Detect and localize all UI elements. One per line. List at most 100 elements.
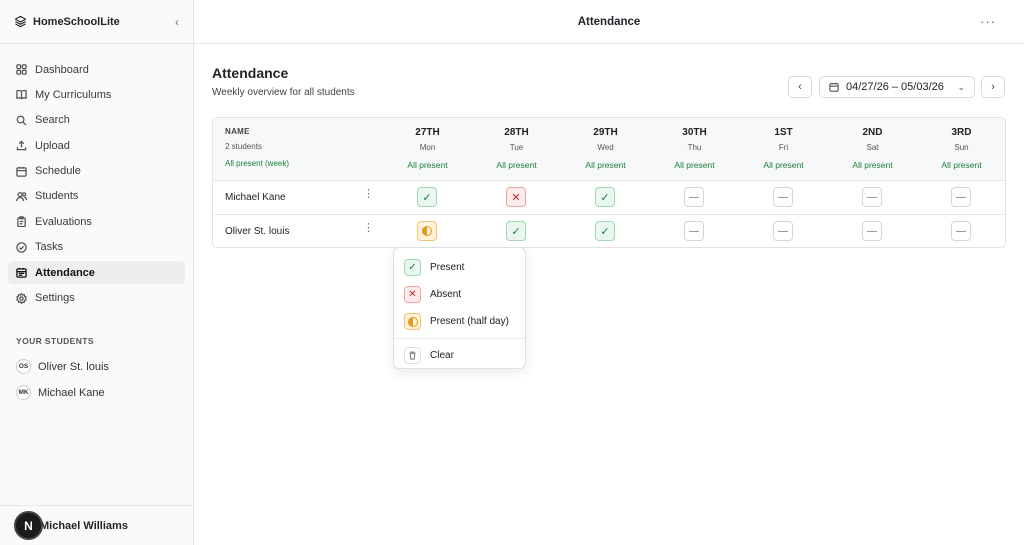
menu-item-label: Present (half day): [430, 316, 509, 327]
day-all-present-link[interactable]: All present: [650, 160, 739, 170]
sidebar-item-label: Upload: [35, 139, 70, 152]
sidebar-item-students[interactable]: Students: [8, 185, 185, 208]
menu-item-present[interactable]: ✓ Present: [394, 254, 525, 281]
book-icon: [16, 90, 27, 100]
next-week-button[interactable]: ›: [981, 76, 1005, 98]
day-header: 1ST Fri All present: [739, 127, 828, 170]
menu-item-clear[interactable]: Clear: [394, 342, 525, 369]
day-header: 3RD Sun All present: [917, 127, 1005, 170]
gear-icon: [16, 292, 27, 304]
sidebar-item-label: Students: [35, 190, 79, 203]
grid-icon: [16, 64, 27, 75]
check-icon: ✓: [404, 259, 421, 276]
empty-status-cell[interactable]: —: [951, 221, 971, 241]
day-weekday: Wed: [597, 143, 614, 152]
row-student-name: Oliver St. louis: [225, 226, 290, 237]
menu-item-absent[interactable]: ✕ Absent: [394, 281, 525, 308]
day-weekday: Thu: [687, 143, 702, 152]
day-all-present-link[interactable]: All present: [739, 160, 828, 170]
menu-item-label: Present: [430, 262, 465, 273]
day-number: 28TH: [504, 127, 529, 138]
day-all-present-link[interactable]: All present: [828, 160, 917, 170]
day-number: 30TH: [682, 127, 707, 138]
student-initials-badge: OS: [16, 359, 31, 375]
empty-status-cell[interactable]: —: [684, 187, 704, 207]
calendar-icon: [16, 166, 27, 177]
present-check-cell[interactable]: ✓: [506, 221, 526, 241]
half-circle-icon-shape: [407, 316, 418, 327]
student-name: Oliver St. louis: [38, 360, 109, 373]
sidebar-item-schedule[interactable]: Schedule: [8, 160, 185, 183]
calendar-icon: [829, 82, 839, 92]
sidebar-student-item[interactable]: MK Michael Kane: [0, 380, 193, 406]
sidebar-item-upload[interactable]: Upload: [8, 134, 185, 157]
sidebar-item-my-curriculums[interactable]: My Curriculums: [8, 83, 185, 106]
date-range-picker[interactable]: 04/27/26 – 05/03/26 ⌄: [819, 76, 975, 98]
menu-item-label: Clear: [430, 350, 454, 361]
table-header: NAME 2 students All present (week) 27TH …: [213, 118, 1005, 181]
day-weekday: Mon: [419, 143, 436, 152]
row-options-icon[interactable]: ⋮: [363, 223, 374, 234]
chevron-right-icon: ›: [991, 81, 995, 93]
table-row: Oliver St. louis ⋮ ✓ ✓ — — — —: [213, 215, 1005, 247]
clipboard-icon: [17, 216, 26, 228]
day-header: 27TH Mon All present: [383, 127, 472, 170]
day-all-present-link[interactable]: All present: [383, 160, 472, 170]
day-number: 27TH: [415, 127, 440, 138]
day-number: 29TH: [593, 127, 618, 138]
present-check-cell[interactable]: ✓: [595, 221, 615, 241]
menu-divider: [394, 338, 525, 339]
sidebar-student-item[interactable]: OS Oliver St. louis: [0, 354, 193, 380]
sidebar-item-attendance[interactable]: Attendance: [8, 261, 185, 285]
sidebar-item-label: Search: [35, 114, 70, 127]
more-options-icon[interactable]: ···: [980, 14, 996, 29]
student-name: Michael Kane: [38, 386, 105, 399]
day-weekday: Tue: [509, 143, 524, 152]
sidebar-item-label: Dashboard: [35, 63, 89, 76]
absent-x-cell[interactable]: ✕: [506, 187, 526, 207]
x-icon: ✕: [404, 286, 421, 303]
name-column-header: NAME 2 students All present (week): [225, 127, 289, 168]
sidebar-item-label: Schedule: [35, 165, 81, 178]
student-initials-badge: MK: [16, 385, 31, 401]
student-count: 2 students: [225, 142, 262, 151]
half-circle-icon: [422, 226, 432, 236]
empty-status-cell[interactable]: —: [773, 221, 793, 241]
present-check-cell[interactable]: ✓: [595, 187, 615, 207]
attendance-table: NAME 2 students All present (week) 27TH …: [212, 117, 1006, 248]
day-all-present-link[interactable]: All present: [472, 160, 561, 170]
menu-item-label: Absent: [430, 289, 462, 300]
collapse-sidebar-icon[interactable]: ‹: [175, 15, 179, 29]
calendar-check-icon: [16, 268, 27, 278]
day-number: 3RD: [951, 127, 972, 138]
day-weekday: Fri: [778, 143, 789, 152]
all-present-week-link[interactable]: All present (week): [225, 159, 289, 168]
sidebar-item-search[interactable]: Search: [8, 109, 185, 132]
previous-week-button[interactable]: ‹: [788, 76, 812, 98]
empty-status-cell[interactable]: —: [862, 187, 882, 207]
user-profile[interactable]: N Michael Williams: [0, 505, 193, 545]
present-check-cell[interactable]: ✓: [417, 187, 437, 207]
empty-status-cell[interactable]: —: [684, 221, 704, 241]
row-options-icon[interactable]: ⋮: [363, 189, 374, 200]
half-day-cell[interactable]: [417, 221, 437, 241]
half-circle-icon: [404, 313, 421, 330]
your-students-heading: YOUR STUDENTS: [16, 335, 94, 346]
day-all-present-link[interactable]: All present: [917, 160, 1005, 170]
day-all-present-link[interactable]: All present: [561, 160, 650, 170]
empty-status-cell[interactable]: —: [773, 187, 793, 207]
sidebar-item-dashboard[interactable]: Dashboard: [8, 58, 185, 81]
sidebar-item-settings[interactable]: Settings: [8, 287, 185, 310]
menu-item-half-day[interactable]: Present (half day): [394, 308, 525, 335]
sidebar-item-label: Attendance: [35, 266, 95, 279]
sidebar-item-label: My Curriculums: [35, 88, 112, 101]
sidebar-item-evaluations[interactable]: Evaluations: [8, 210, 185, 233]
sidebar-nav: Dashboard My Curriculums Search Upload S…: [0, 44, 193, 310]
students-list: OS Oliver St. louis MK Michael Kane: [0, 354, 193, 406]
empty-status-cell[interactable]: —: [862, 221, 882, 241]
sidebar-item-tasks[interactable]: Tasks: [8, 236, 185, 259]
users-icon: [16, 191, 27, 202]
empty-status-cell[interactable]: —: [951, 187, 971, 207]
table-row: Michael Kane ⋮ ✓ ✕ ✓ — — — —: [213, 181, 1005, 215]
day-weekday: Sun: [954, 143, 969, 152]
